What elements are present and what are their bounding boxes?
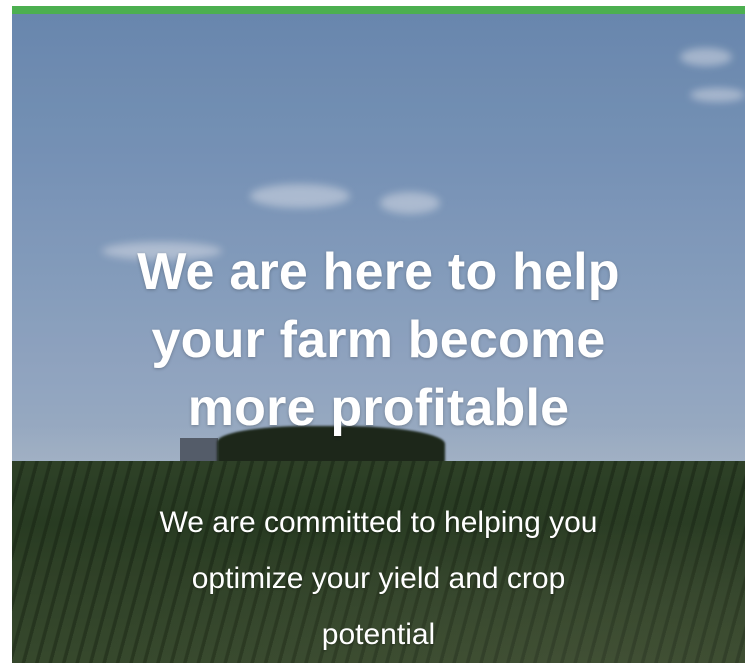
hero-headline-line: your farm become	[151, 311, 606, 369]
hero-headline: We are here to help your farm become mor…	[12, 238, 745, 442]
page: We are here to help your farm become mor…	[0, 0, 746, 663]
hero-subtext-line: optimize your yield and crop	[191, 562, 566, 595]
top-accent-bar	[12, 6, 745, 14]
hero-subtext-line: We are committed to helping you	[159, 506, 598, 539]
hero-subtext-line: potential	[321, 618, 436, 651]
hero-headline-line: We are here to help	[137, 243, 620, 301]
hero-banner: We are here to help your farm become mor…	[12, 6, 745, 663]
hero-subtext: We are committed to helping you optimize…	[12, 495, 745, 663]
hero-headline-line: more profitable	[187, 379, 570, 437]
